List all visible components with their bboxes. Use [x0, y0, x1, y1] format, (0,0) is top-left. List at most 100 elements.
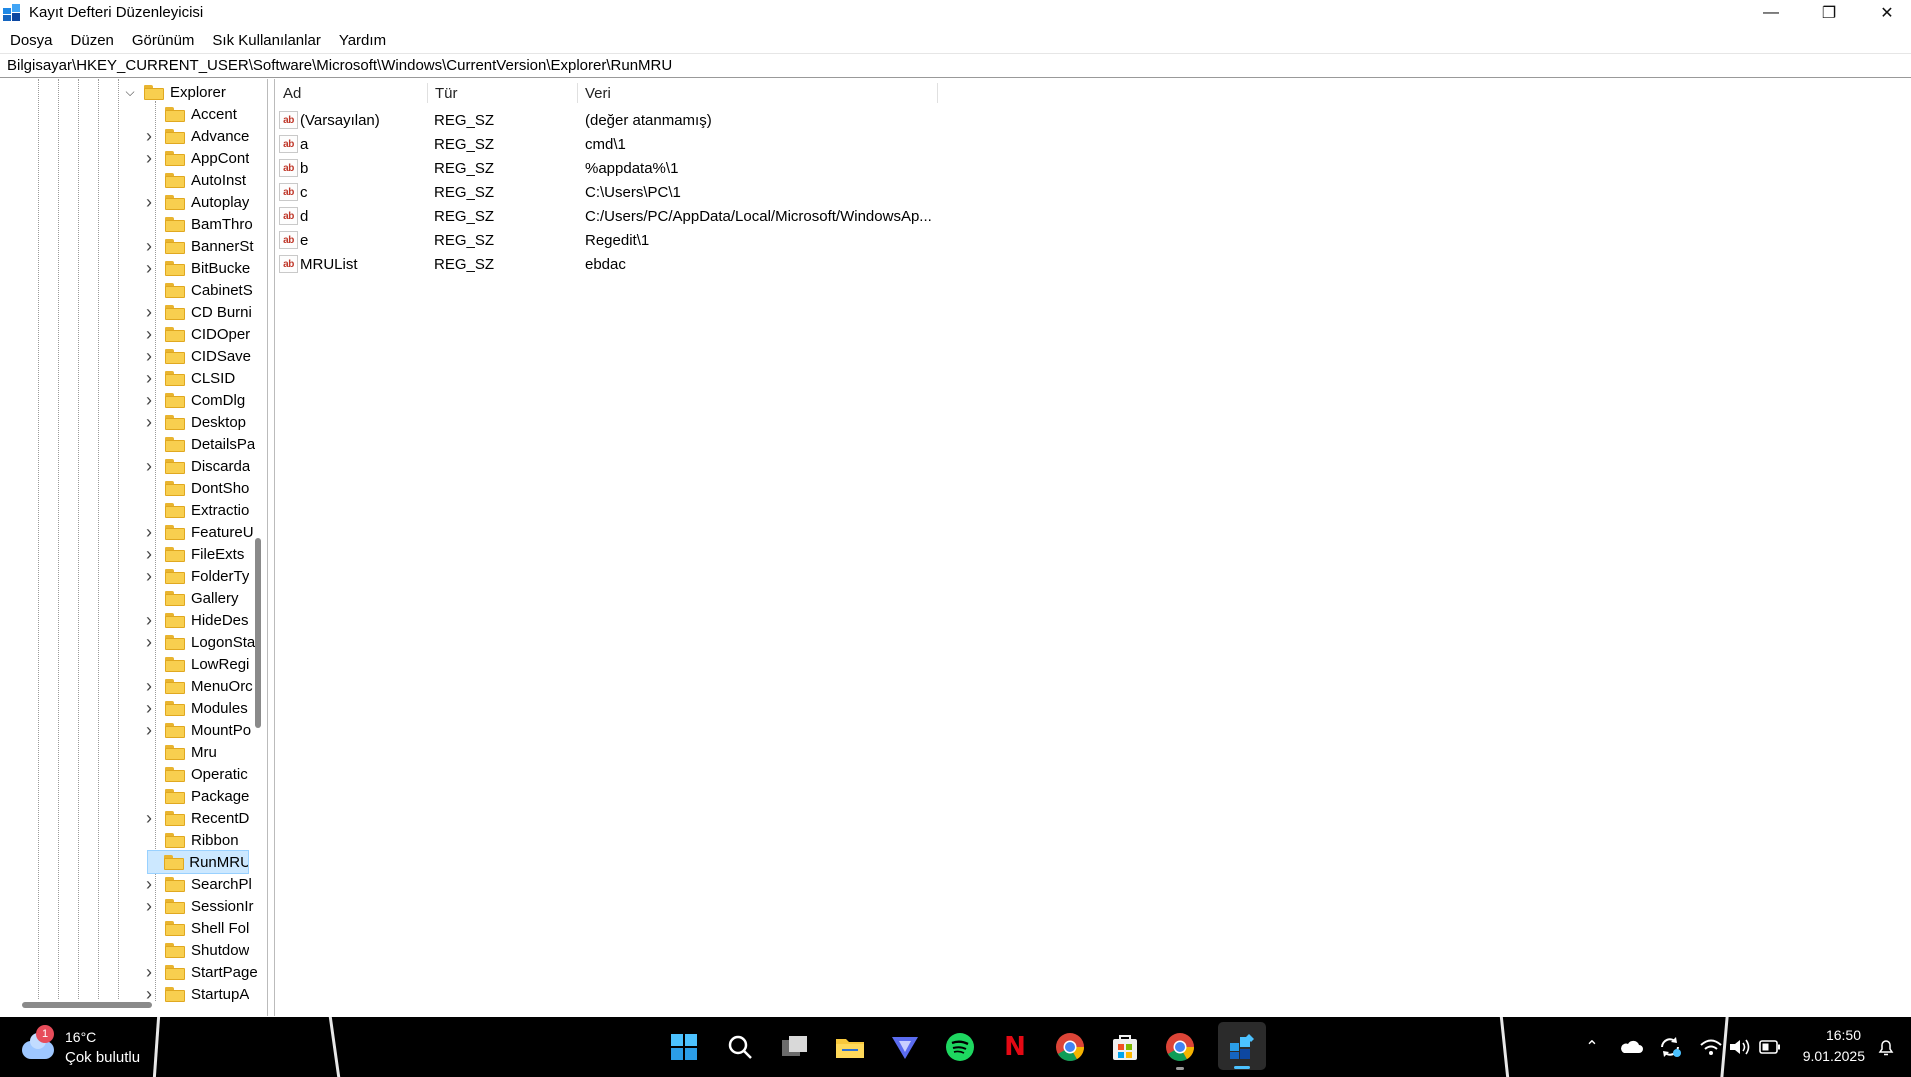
- value-row[interactable]: ab a REG_SZ cmd\1: [275, 132, 1911, 156]
- column-header-name[interactable]: Ad: [275, 79, 427, 107]
- tree-item[interactable]: › RecentD: [146, 807, 267, 829]
- chevron-right-icon[interactable]: ›: [143, 345, 155, 367]
- tree-item[interactable]: Shell Fol: [148, 917, 267, 939]
- menu-favorites[interactable]: Sık Kullanılanlar: [202, 32, 328, 49]
- tree-item[interactable]: Shutdow: [148, 939, 267, 961]
- chevron-right-icon[interactable]: ›: [143, 147, 155, 169]
- tree-item[interactable]: › Discarda: [146, 455, 267, 477]
- tree-item[interactable]: DontSho: [148, 477, 267, 499]
- tree-item[interactable]: › ComDlg: [146, 389, 267, 411]
- value-name-cell[interactable]: ab e: [279, 228, 308, 252]
- chevron-right-icon[interactable]: ›: [143, 961, 155, 983]
- tree-item[interactable]: › MenuOrc: [146, 675, 267, 697]
- tree-item[interactable]: › Autoplay: [146, 191, 267, 213]
- chevron-right-icon[interactable]: ›: [143, 411, 155, 433]
- start-button[interactable]: [667, 1030, 701, 1064]
- tree-item[interactable]: CabinetS: [148, 279, 267, 301]
- tree-item[interactable]: Accent: [148, 103, 267, 125]
- tree-item[interactable]: › AppCont: [146, 147, 267, 169]
- tree-item[interactable]: › StartPage: [146, 961, 267, 983]
- chevron-right-icon[interactable]: ›: [143, 543, 155, 565]
- address-path[interactable]: Bilgisayar\HKEY_CURRENT_USER\Software\Mi…: [7, 57, 672, 74]
- tree-item[interactable]: RunMRU: [147, 850, 249, 874]
- chevron-right-icon[interactable]: ›: [143, 455, 155, 477]
- tree-item[interactable]: › SearchPl: [146, 873, 267, 895]
- netflix-button[interactable]: N: [998, 1030, 1032, 1064]
- value-name-cell[interactable]: ab b: [279, 156, 308, 180]
- value-name-cell[interactable]: ab a: [279, 132, 308, 156]
- chevron-right-icon[interactable]: ›: [143, 389, 155, 411]
- chevron-right-icon[interactable]: ›: [143, 301, 155, 323]
- chevron-right-icon[interactable]: ›: [143, 895, 155, 917]
- clock-time[interactable]: 16:50: [1826, 1027, 1861, 1043]
- tree-item[interactable]: Gallery: [148, 587, 267, 609]
- chevron-right-icon[interactable]: ›: [143, 675, 155, 697]
- regedit-taskbar-button[interactable]: [1218, 1022, 1266, 1070]
- tree-item[interactable]: › BannerSt: [146, 235, 267, 257]
- tree-item[interactable]: DetailsPa: [148, 433, 267, 455]
- microsoft-store-button[interactable]: [1108, 1030, 1142, 1064]
- tree-item[interactable]: Operatic: [148, 763, 267, 785]
- value-row[interactable]: ab b REG_SZ %appdata%\1: [275, 156, 1911, 180]
- tree-horizontal-scrollbar[interactable]: [22, 1002, 152, 1008]
- tree-item[interactable]: Extractio: [148, 499, 267, 521]
- chevron-right-icon[interactable]: ›: [143, 235, 155, 257]
- tree-item[interactable]: AutoInst: [148, 169, 267, 191]
- chevron-right-icon[interactable]: ›: [143, 191, 155, 213]
- menu-file[interactable]: Dosya: [0, 32, 61, 49]
- column-separator[interactable]: [937, 83, 938, 103]
- tree-item[interactable]: › Desktop: [146, 411, 267, 433]
- tree-item[interactable]: › BitBucke: [146, 257, 267, 279]
- chevron-right-icon[interactable]: ›: [143, 257, 155, 279]
- value-row[interactable]: ab MRUList REG_SZ ebdac: [275, 252, 1911, 276]
- sync-status-button[interactable]: [1656, 1035, 1684, 1059]
- close-button[interactable]: ✕: [1858, 0, 1911, 25]
- tree-item[interactable]: › SessionIr: [146, 895, 267, 917]
- value-row[interactable]: ab (Varsayılan) REG_SZ (değer atanmamış): [275, 108, 1911, 132]
- chevron-right-icon[interactable]: ›: [143, 631, 155, 653]
- spotify-button[interactable]: [943, 1030, 977, 1064]
- values-list-pane[interactable]: Ad Tür Veri ab (Varsayılan) REG_SZ (değer a…: [274, 79, 1911, 1016]
- chevron-down-icon[interactable]: ⌵: [124, 81, 136, 103]
- tree-item[interactable]: BamThro: [148, 213, 267, 235]
- chevron-right-icon[interactable]: ›: [143, 125, 155, 147]
- value-row[interactable]: ab e REG_SZ Regedit\1: [275, 228, 1911, 252]
- chevron-right-icon[interactable]: ›: [143, 719, 155, 741]
- menu-view[interactable]: Görünüm: [122, 32, 203, 49]
- address-bar[interactable]: Bilgisayar\HKEY_CURRENT_USER\Software\Mi…: [0, 53, 1911, 78]
- task-view-button[interactable]: [778, 1030, 812, 1064]
- chrome-button[interactable]: [1053, 1030, 1087, 1064]
- tree-item[interactable]: › MountPo: [146, 719, 267, 741]
- minimize-button[interactable]: —: [1742, 0, 1800, 25]
- tree-item[interactable]: › Advance: [146, 125, 267, 147]
- value-name-cell[interactable]: ab (Varsayılan): [279, 108, 380, 132]
- chevron-right-icon[interactable]: ›: [143, 521, 155, 543]
- tree-item-explorer[interactable]: ⌵ Explorer: [125, 81, 267, 103]
- tree-item[interactable]: Package: [148, 785, 267, 807]
- network-button[interactable]: [1696, 1035, 1726, 1059]
- maximize-button[interactable]: ❐: [1800, 0, 1858, 25]
- tree-item[interactable]: LowRegi: [148, 653, 267, 675]
- chevron-right-icon[interactable]: ›: [143, 609, 155, 631]
- value-row[interactable]: ab d REG_SZ C:/Users/PC/AppData/Local/Micro…: [275, 204, 1911, 228]
- tree-item[interactable]: › CD Burni: [146, 301, 267, 323]
- tree-item[interactable]: › CIDOper: [146, 323, 267, 345]
- menu-edit[interactable]: Düzen: [61, 32, 122, 49]
- tree-item[interactable]: Mru: [148, 741, 267, 763]
- search-button[interactable]: [723, 1030, 757, 1064]
- chevron-right-icon[interactable]: ›: [143, 697, 155, 719]
- tree-item[interactable]: › HideDes: [146, 609, 267, 631]
- tree-item[interactable]: Ribbon: [148, 829, 267, 851]
- chevron-right-icon[interactable]: ›: [143, 367, 155, 389]
- value-name-cell[interactable]: ab MRUList: [279, 252, 358, 276]
- chrome-profile-button[interactable]: [1163, 1030, 1197, 1070]
- tree-item[interactable]: › FeatureU: [146, 521, 267, 543]
- column-header-type[interactable]: Tür: [427, 79, 577, 107]
- tree-item[interactable]: › FileExts: [146, 543, 267, 565]
- menu-help[interactable]: Yardım: [329, 32, 394, 49]
- chevron-right-icon[interactable]: ›: [143, 323, 155, 345]
- show-hidden-icons-button[interactable]: ⌃: [1580, 1035, 1604, 1059]
- onedrive-button[interactable]: [1617, 1035, 1645, 1059]
- tree-vertical-scrollbar[interactable]: [255, 538, 261, 728]
- tree-item[interactable]: › Modules: [146, 697, 267, 719]
